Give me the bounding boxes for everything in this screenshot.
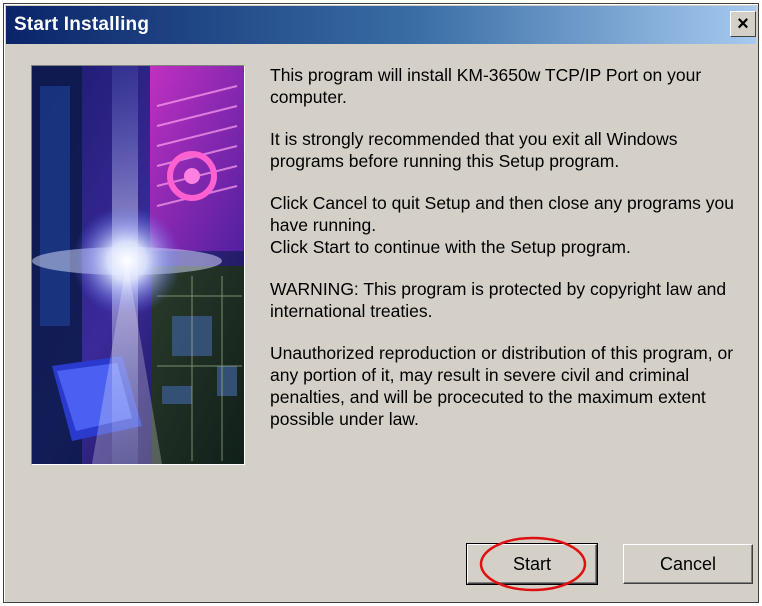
- window-title: Start Installing: [14, 14, 150, 35]
- close-button[interactable]: ×: [730, 11, 756, 37]
- setup-banner-image: [31, 65, 245, 465]
- setup-message: This program will install KM-3650w TCP/I…: [270, 64, 744, 450]
- legal-notice-text: Unauthorized reproduction or distributio…: [270, 343, 734, 429]
- close-icon: ×: [737, 13, 749, 35]
- cancel-instruction: Click Cancel to quit Setup and then clos…: [270, 193, 735, 235]
- instructions-text: Click Cancel to quit Setup and then clos…: [270, 192, 744, 258]
- title-bar[interactable]: Start Installing ×: [6, 6, 756, 44]
- cancel-button[interactable]: Cancel: [623, 544, 753, 584]
- setup-dialog: Start Installing × This program will ins…: [3, 3, 759, 603]
- start-button[interactable]: Start: [466, 543, 598, 585]
- warning-text: WARNING: This program is protected by co…: [270, 279, 727, 321]
- intro-text: This program will install KM-3650w TCP/I…: [270, 65, 702, 107]
- recommendation-text: It is strongly recommended that you exit…: [270, 129, 678, 171]
- start-instruction: Click Start to continue with the Setup p…: [270, 237, 631, 257]
